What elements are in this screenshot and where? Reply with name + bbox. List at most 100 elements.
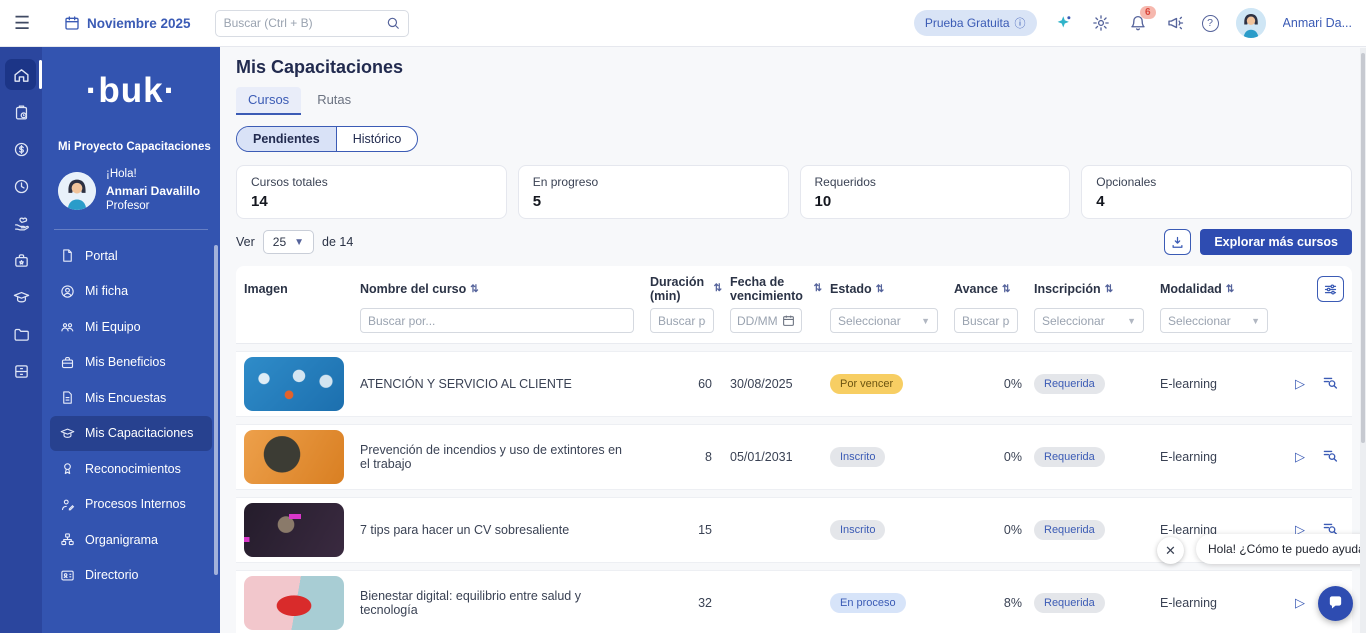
play-course-icon[interactable]: ▷ — [1295, 595, 1305, 611]
sort-icon[interactable]: ⇅ — [1105, 284, 1113, 295]
play-course-icon[interactable]: ▷ — [1295, 449, 1305, 465]
chevron-down-icon: ▼ — [294, 237, 304, 248]
rail-folder-icon[interactable] — [0, 316, 42, 353]
sidebar-item-mi-ficha[interactable]: Mi ficha — [50, 274, 212, 310]
course-thumbnail[interactable] — [244, 576, 344, 630]
topbar-username[interactable]: Anmari Da... — [1283, 16, 1352, 30]
sidebar-item-mi-equipo[interactable]: Mi Equipo — [50, 309, 212, 345]
filter-name-input[interactable] — [360, 308, 634, 333]
filter-status-select[interactable]: Seleccionar▼ — [830, 308, 938, 333]
filter-modality-select[interactable]: Seleccionar▼ — [1160, 308, 1268, 333]
course-modality: E-learning — [1152, 377, 1276, 391]
stat-requeridos: Requeridos 10 — [800, 165, 1071, 219]
org-chart-icon — [60, 532, 75, 547]
col-nombre: Nombre del curso⇅ — [352, 274, 642, 304]
sidebar-scrollbar[interactable] — [214, 245, 218, 575]
enrollment-badge: Requerida — [1034, 593, 1105, 613]
filter-progress-input[interactable] — [954, 308, 1018, 333]
sidebar-item-procesos-internos[interactable]: Procesos Internos — [50, 487, 212, 523]
module-rail — [0, 47, 42, 633]
stat-value: 5 — [533, 193, 774, 210]
sort-icon[interactable]: ⇅ — [470, 284, 478, 295]
col-estado: Estado⇅ — [822, 274, 946, 304]
notifications-bell-icon[interactable]: 6 — [1128, 13, 1148, 33]
rail-cabinet-icon[interactable] — [0, 353, 42, 390]
sidebar-item-label: Reconocimientos — [85, 462, 181, 476]
sidebar-item-mis-beneficios[interactable]: Mis Beneficios — [50, 345, 212, 381]
explore-courses-button[interactable]: Explorar más cursos — [1200, 229, 1352, 255]
trial-badge[interactable]: Prueba Gratuita ⓘ — [914, 10, 1037, 36]
rail-money-icon[interactable] — [0, 131, 42, 168]
sort-icon[interactable]: ⇅ — [714, 283, 722, 295]
course-thumbnail[interactable] — [244, 357, 344, 411]
segment-historico[interactable]: Histórico — [336, 127, 418, 151]
current-period: Noviembre 2025 — [87, 16, 191, 31]
chat-launcher-button[interactable] — [1318, 586, 1353, 621]
chat-close-button[interactable]: ✕ — [1157, 537, 1184, 564]
column-settings-button[interactable] — [1317, 276, 1344, 302]
sort-icon[interactable]: ⇅ — [1226, 284, 1234, 295]
announcements-megaphone-icon[interactable] — [1165, 13, 1185, 33]
status-badge: Inscrito — [830, 520, 885, 540]
course-detail-icon[interactable] — [1322, 374, 1338, 395]
filter-date-input[interactable]: DD/MM — [730, 308, 802, 333]
sort-icon[interactable]: ⇅ — [876, 284, 884, 295]
filter-duration-input[interactable] — [650, 308, 714, 333]
sidebar-item-mis-encuestas[interactable]: Mis Encuestas — [50, 380, 212, 416]
profile-card: ¡Hola! Anmari Davalillo Profesor — [58, 167, 220, 214]
course-name[interactable]: 7 tips para hacer un CV sobresaliente — [352, 523, 642, 537]
user-edit-icon — [60, 497, 75, 512]
rail-graduation-icon[interactable] — [0, 279, 42, 316]
course-name[interactable]: Bienestar digital: equilibrio entre salu… — [352, 589, 642, 617]
global-search[interactable] — [215, 10, 409, 37]
tab-cursos[interactable]: Cursos — [236, 87, 301, 115]
sidebar-item-portal[interactable]: Portal — [50, 238, 212, 274]
user-avatar[interactable] — [1236, 8, 1266, 38]
sort-icon[interactable]: ⇅ — [1002, 284, 1010, 295]
period-selector[interactable]: Noviembre 2025 — [64, 15, 191, 31]
tab-rutas[interactable]: Rutas — [305, 87, 363, 115]
stat-value: 14 — [251, 193, 492, 210]
page-scrollbar-thumb[interactable] — [1361, 53, 1365, 443]
download-button[interactable] — [1164, 229, 1191, 255]
stat-label: En progreso — [533, 175, 774, 189]
sidebar-item-directorio[interactable]: Directorio — [50, 558, 212, 594]
course-detail-icon[interactable] — [1322, 447, 1338, 468]
rail-benefits-icon[interactable] — [0, 205, 42, 242]
course-thumbnail[interactable] — [244, 430, 344, 484]
table-row: Bienestar digital: equilibrio entre salu… — [236, 570, 1352, 633]
sort-icon[interactable]: ⇅ — [814, 283, 822, 295]
course-thumbnail[interactable] — [244, 503, 344, 557]
table-header: Imagen Nombre del curso⇅ Duración (min)⇅… — [236, 266, 1352, 344]
sidebar-avatar[interactable] — [58, 172, 96, 210]
course-name[interactable]: ATENCIÓN Y SERVICIO AL CLIENTE — [352, 377, 642, 391]
rail-clipboard-icon[interactable] — [0, 94, 42, 131]
graduation-cap-icon — [60, 426, 75, 441]
play-course-icon[interactable]: ▷ — [1295, 376, 1305, 392]
search-input[interactable] — [224, 16, 386, 30]
sparkle-assistant-icon[interactable] — [1054, 13, 1074, 33]
rail-clock-icon[interactable] — [0, 168, 42, 205]
sidebar-item-mis-capacitaciones[interactable]: Mis Capacitaciones — [50, 416, 212, 452]
sidebar-item-organigrama[interactable]: Organigrama — [50, 522, 212, 558]
id-card-icon — [60, 568, 75, 583]
sidebar-item-label: Mis Beneficios — [85, 355, 166, 369]
course-duration: 60 — [642, 377, 722, 391]
page-size-select[interactable]: 25 ▼ — [263, 230, 314, 254]
page-size-value: 25 — [273, 235, 286, 249]
course-name[interactable]: Prevención de incendios y uso de extinto… — [352, 443, 642, 471]
help-icon[interactable]: ? — [1202, 15, 1219, 32]
stat-en-progreso: En progreso 5 — [518, 165, 789, 219]
medal-icon — [60, 461, 75, 476]
settings-gear-icon[interactable] — [1091, 13, 1111, 33]
sidebar-item-label: Directorio — [85, 568, 139, 582]
segment-pendientes[interactable]: Pendientes — [237, 127, 336, 151]
rail-home-icon[interactable] — [0, 57, 42, 94]
hamburger-menu-icon[interactable]: ☰ — [14, 13, 42, 34]
course-progress: 0% — [946, 523, 1026, 537]
sidebar-item-reconocimientos[interactable]: Reconocimientos — [50, 451, 212, 487]
rail-case-icon[interactable] — [0, 242, 42, 279]
filter-enrollment-select[interactable]: Seleccionar▼ — [1034, 308, 1144, 333]
stat-label: Opcionales — [1096, 175, 1337, 189]
page-scrollbar[interactable] — [1360, 48, 1366, 633]
